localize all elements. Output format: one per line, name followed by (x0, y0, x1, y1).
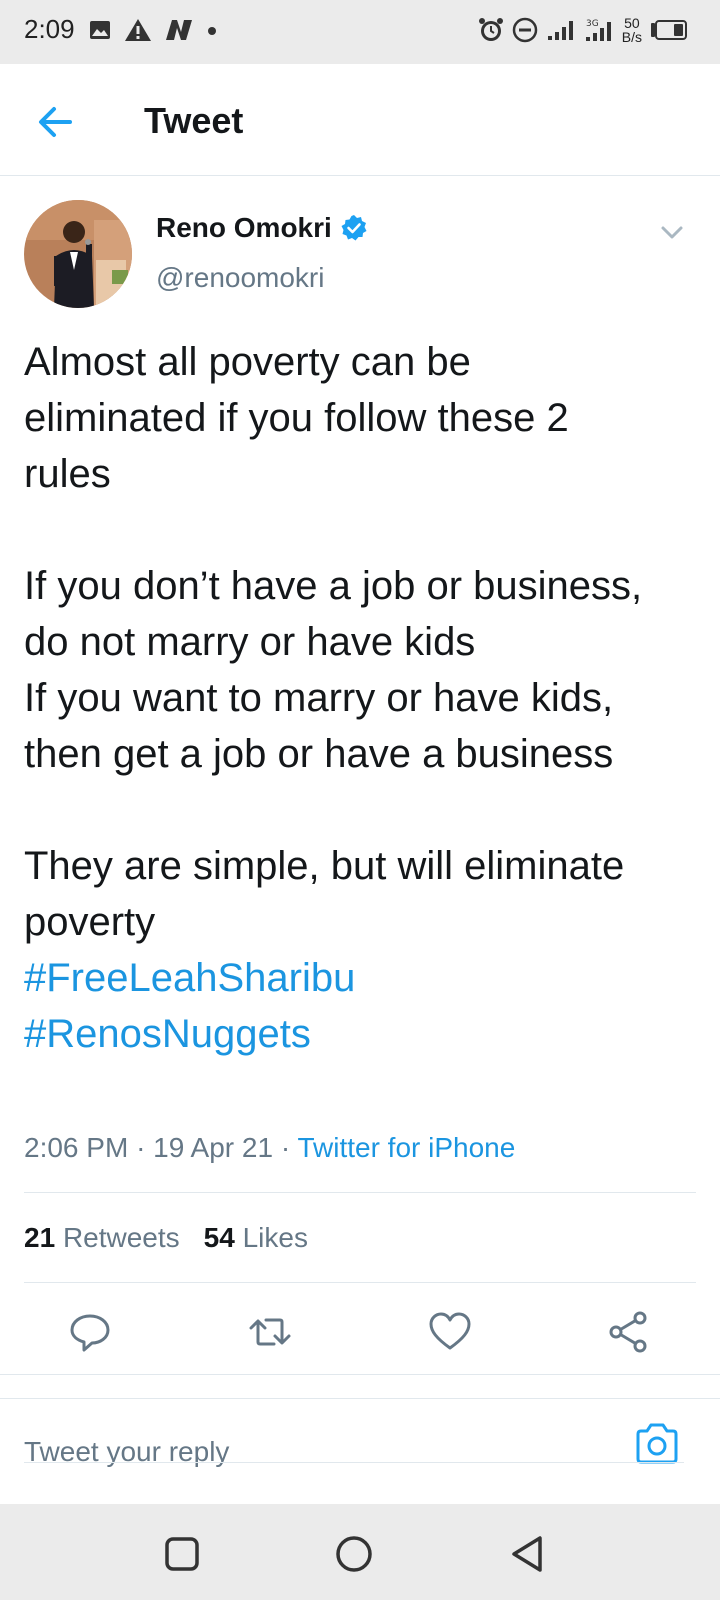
gallery-icon (90, 21, 110, 39)
reply-input[interactable] (24, 1424, 624, 1480)
speech-bubble-icon (70, 1314, 110, 1352)
app-header: Tweet (0, 64, 720, 176)
nav-back-button[interactable] (506, 1532, 550, 1576)
warning-icon (125, 19, 151, 41)
divider (24, 1282, 696, 1283)
notification-icons (88, 18, 218, 42)
page-title: Tweet (144, 100, 244, 141)
divider (0, 1398, 720, 1399)
tweet-date: 19 Apr 21 (153, 1132, 274, 1163)
tweet-action-bar (0, 1294, 720, 1374)
reply-button[interactable] (66, 1308, 114, 1356)
tweet-time: 2:06 PM (24, 1132, 129, 1163)
home-button[interactable] (332, 1532, 376, 1576)
meta-separator: · (280, 1132, 291, 1163)
hashtag-link[interactable]: #RenosNuggets (24, 1012, 311, 1056)
tweet-body: Almost all poverty can be eliminated if … (24, 340, 643, 944)
tweet-source-link[interactable]: Twitter for iPhone (297, 1132, 515, 1163)
camera-button[interactable] (634, 1422, 680, 1466)
system-icons: 3G 50 B/s (478, 16, 688, 44)
system-nav-bar (0, 1504, 720, 1600)
retweet-button[interactable] (246, 1308, 294, 1356)
triangle-back-icon (512, 1536, 542, 1572)
likes-stat[interactable]: 54 Likes (204, 1222, 308, 1254)
share-icon (609, 1311, 647, 1353)
avatar[interactable] (24, 200, 132, 308)
recents-button[interactable] (160, 1532, 204, 1576)
square-icon (165, 1537, 199, 1571)
app-notification-icon (166, 20, 192, 40)
divider (24, 1192, 696, 1193)
retweets-stat[interactable]: 21 Retweets (24, 1222, 180, 1254)
share-button[interactable] (604, 1308, 652, 1356)
author-handle[interactable]: @renoomokri (156, 262, 324, 294)
battery-icon (651, 20, 687, 40)
retweet-icon (249, 1318, 291, 1346)
tweet-options-button[interactable] (658, 218, 686, 246)
hashtag-link[interactable]: #FreeLeahSharibu (24, 956, 355, 1000)
tweet-meta: 2:06 PM · 19 Apr 21 · Twitter for iPhone (24, 1132, 515, 1164)
tweet-author: Reno Omokri @renoomokri (24, 200, 700, 310)
meta-separator: · (136, 1132, 146, 1163)
reply-composer (0, 1406, 720, 1502)
tweet-text: Almost all poverty can be eliminated if … (24, 334, 704, 1062)
network-speed: 50 B/s (621, 15, 642, 45)
tweet-stats: 21 Retweets 54 Likes (24, 1222, 308, 1254)
alarm-icon (478, 18, 503, 41)
circle-icon (336, 1536, 372, 1572)
retweets-label: Retweets (62, 1222, 180, 1253)
heart-icon (429, 1312, 471, 1350)
likes-label: Likes (242, 1222, 308, 1253)
camera-icon (636, 1423, 678, 1464)
back-button[interactable] (34, 100, 78, 144)
likes-count: 54 (203, 1222, 235, 1253)
retweets-count: 21 (24, 1222, 56, 1253)
author-name: Reno Omokri (156, 212, 332, 243)
divider (0, 1374, 720, 1375)
avatar-image (24, 200, 132, 308)
chevron-down-icon (661, 226, 683, 239)
svg-text:3G: 3G (586, 19, 599, 29)
do-not-disturb-icon (512, 17, 538, 43)
signal-3g-icon: 3G (585, 19, 611, 41)
status-bar: 2:09 3G 50 B/s (0, 0, 720, 64)
dot-icon (208, 27, 216, 35)
like-button[interactable] (426, 1308, 474, 1356)
signal-strength-icon (547, 21, 573, 40)
arrow-left-icon (39, 107, 72, 137)
verified-badge-icon (341, 215, 367, 241)
author-name-row[interactable]: Reno Omokri (156, 212, 368, 244)
status-time: 2:09 (24, 14, 75, 44)
divider (24, 1462, 684, 1463)
